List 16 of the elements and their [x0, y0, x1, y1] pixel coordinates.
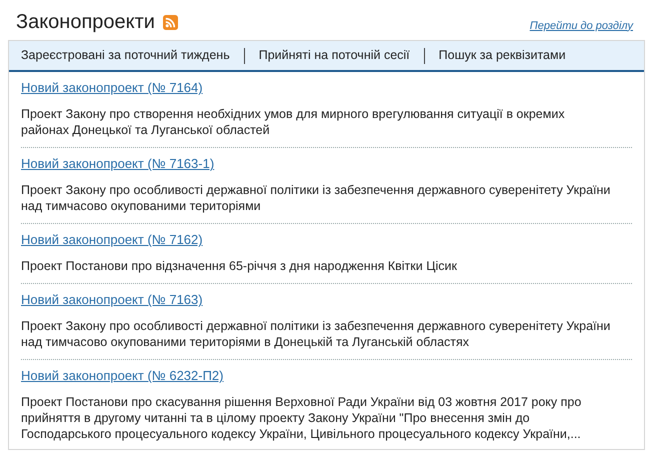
- bill-link[interactable]: Новий законопроект (№ 7162): [21, 232, 203, 248]
- bill-description: Проект Закону про особливості державної політики із забезпечення державного суверенітету України над тимчасово окупованими територіями: [21, 182, 612, 214]
- tab[interactable]: Зареєстровані за поточний тиждень: [21, 46, 230, 65]
- bill-link[interactable]: Новий законопроект (№ 7164): [21, 80, 203, 96]
- bill-description: Проект Постанови про відзначення 65-річчя з дня народження Квітки Цісик: [21, 258, 458, 274]
- tab[interactable]: Прийняті на поточній сесії: [258, 46, 410, 65]
- bill-link[interactable]: Новий законопроект (№ 6232-П2): [21, 368, 224, 384]
- bill-description: Проект Постанови про скасування рішення Верховної Ради України від 03 жовтня 2017 року про прийняття в другому читанні та в цілому проекту Закону України "Про внесення змін до Господарського процесуального кодексу України, Цивільного процесуального кодексу України,...: [21, 394, 582, 442]
- section-link[interactable]: Перейти до розділу: [530, 18, 633, 34]
- rss-icon[interactable]: [162, 14, 178, 30]
- bill-description: Проект Закону про особливості державної політики із забезпечення державного суверенітету України над тимчасово окупованими територіями в Донецькій та Луганській областях: [21, 318, 612, 350]
- bill-link[interactable]: Новий законопроект (№ 7163): [21, 292, 203, 308]
- bill-link[interactable]: Новий законопроект (№ 7163-1): [21, 156, 214, 172]
- section-title: Законопроекти: [16, 10, 155, 34]
- tab[interactable]: Пошук за реквізитами: [438, 46, 566, 65]
- bill-description: Проект Закону про створення необхідних умов для мирного врегулювання ситуації в окремих районах Донецької та Луганської областей: [21, 106, 566, 138]
